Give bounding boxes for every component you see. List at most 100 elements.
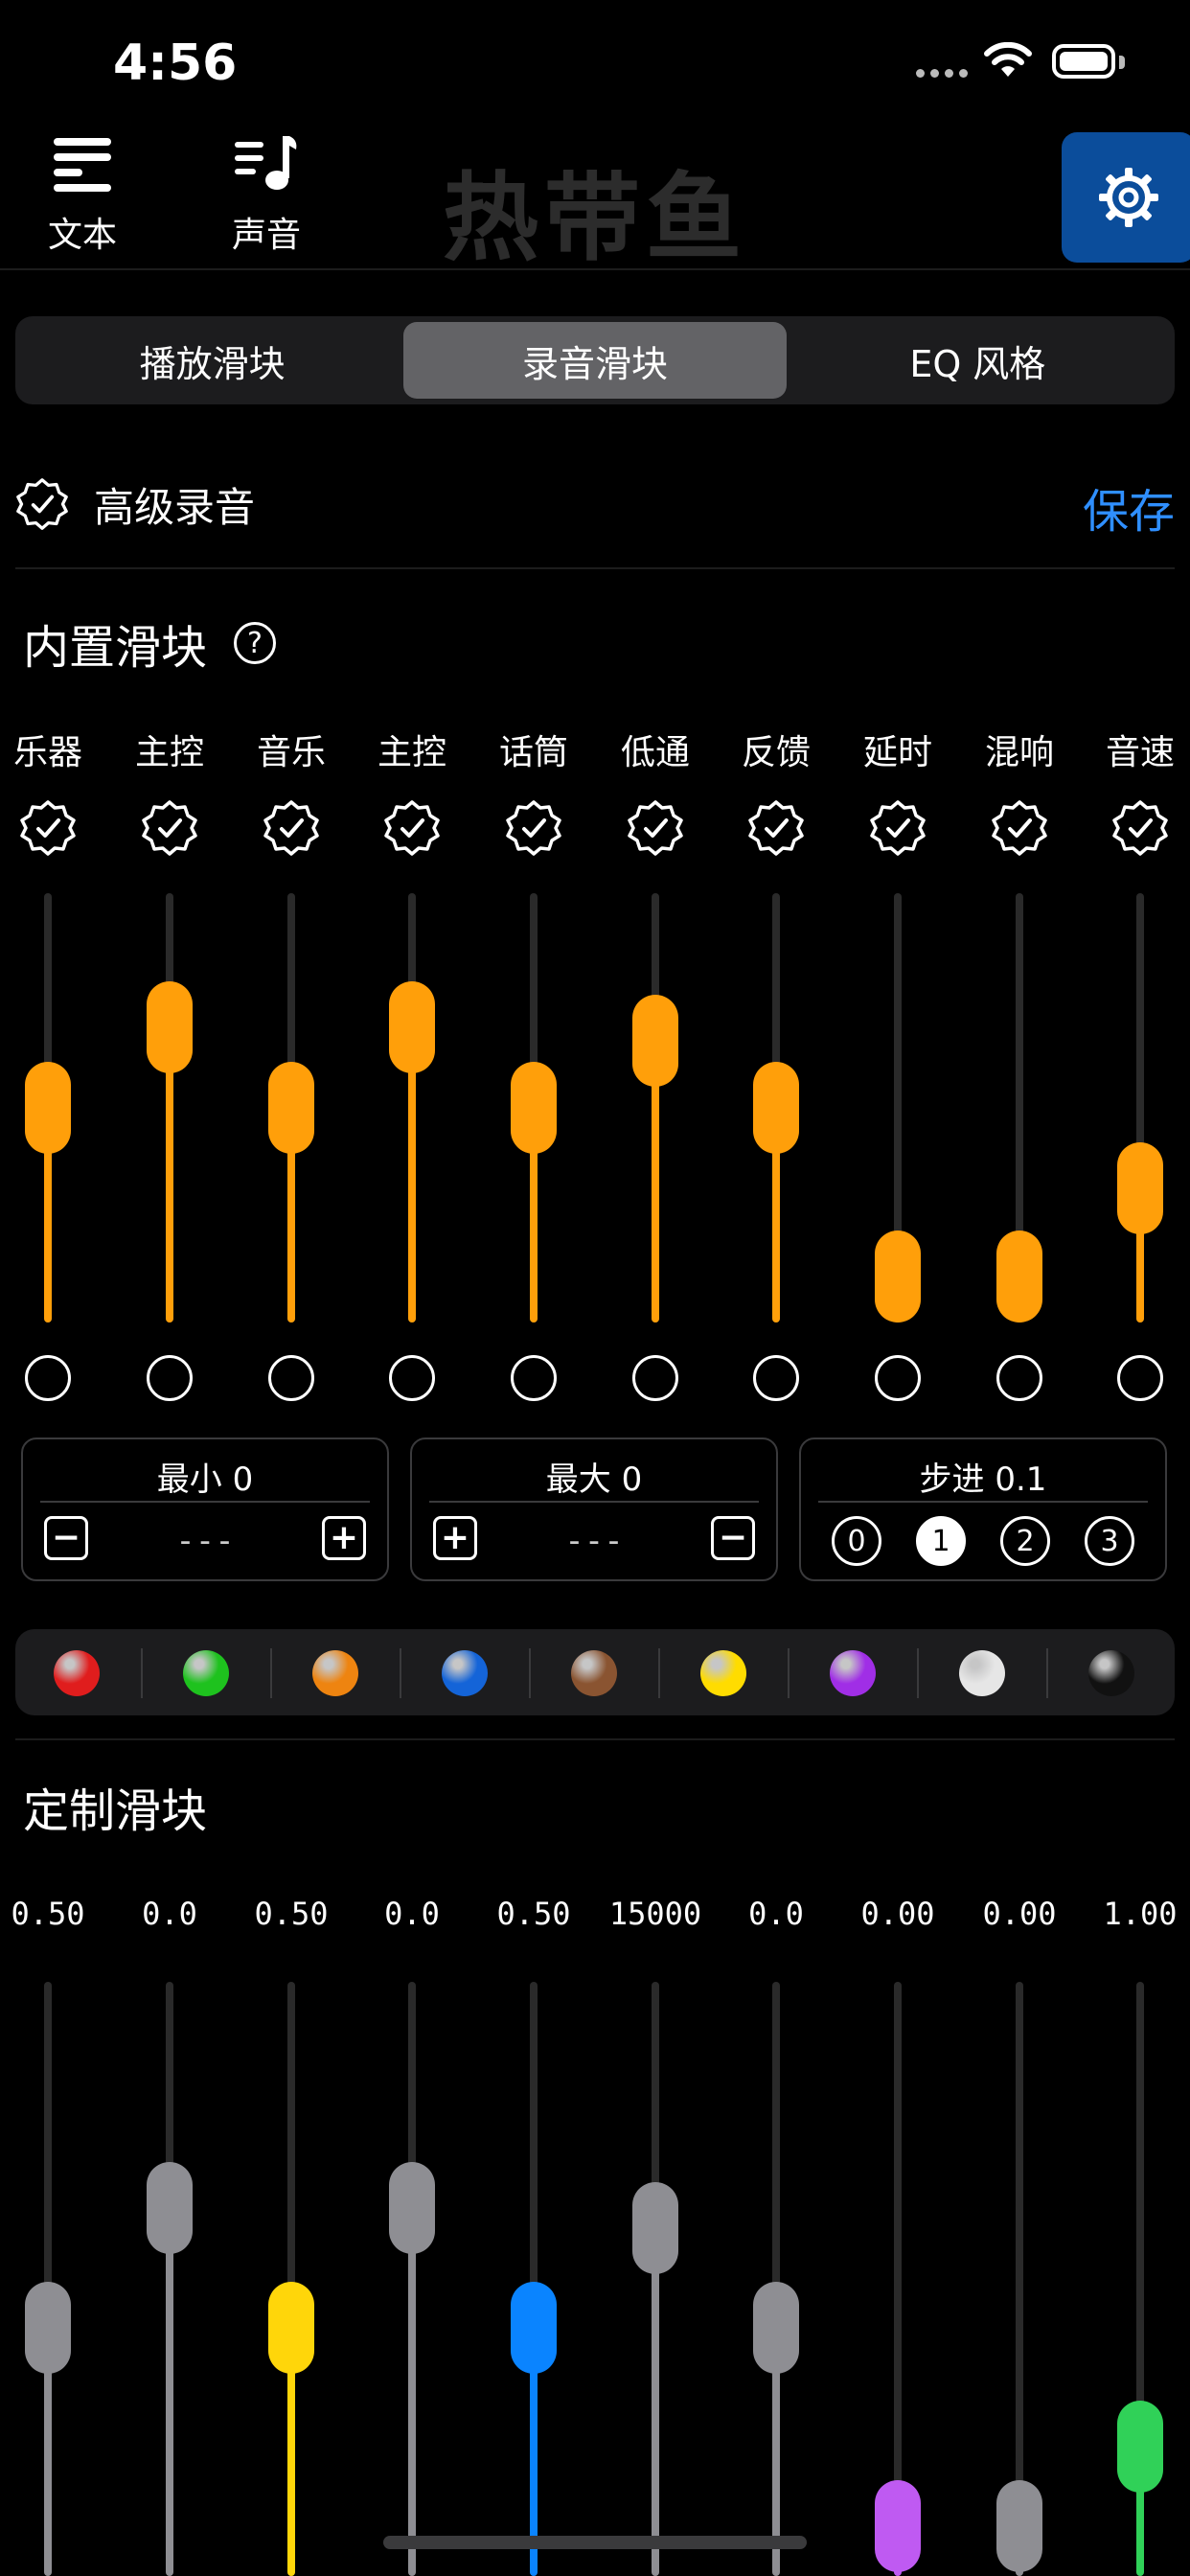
checkmark-seal-icon[interactable] <box>991 799 1048 857</box>
slider-thumb[interactable] <box>389 980 435 1073</box>
slider-select-radio[interactable] <box>25 1355 71 1401</box>
slider-value: 0.00 <box>982 1896 1057 1932</box>
color-swatch[interactable] <box>700 1650 746 1696</box>
color-palette <box>15 1629 1175 1715</box>
slider-select-radio[interactable] <box>389 1355 435 1401</box>
slider-select-radio[interactable] <box>268 1355 314 1401</box>
color-swatch[interactable] <box>1088 1650 1134 1696</box>
palette-separator <box>658 1648 660 1698</box>
slider-thumb[interactable] <box>753 1062 799 1154</box>
checkmark-seal-icon[interactable] <box>1111 799 1169 857</box>
slider-select-radio[interactable] <box>511 1355 557 1401</box>
slider-label: 主控 <box>134 733 204 772</box>
slider-value: 0.0 <box>384 1896 440 1932</box>
tab-recording-sliders[interactable]: 录音滑块 <box>403 322 787 399</box>
color-swatch[interactable] <box>312 1650 358 1696</box>
slider-select-radio[interactable] <box>875 1355 921 1401</box>
color-swatch[interactable] <box>442 1650 488 1696</box>
gear-icon <box>1099 168 1158 227</box>
custom-slider-fill <box>408 2208 416 2576</box>
custom-slider-thumb[interactable] <box>511 2281 557 2374</box>
color-swatch[interactable] <box>183 1650 229 1696</box>
checkmark-seal-icon[interactable] <box>747 799 805 857</box>
palette-separator <box>1046 1648 1048 1698</box>
slider-thumb[interactable] <box>632 994 678 1087</box>
tab-eq-style[interactable]: EQ 风格 <box>787 322 1169 399</box>
slider-thumb[interactable] <box>1117 1142 1163 1235</box>
max-decrement-button[interactable]: − <box>711 1516 755 1560</box>
custom-slider-thumb[interactable] <box>996 2480 1042 2572</box>
slider-label: 延时 <box>862 733 932 772</box>
slider-thumb[interactable] <box>147 980 193 1073</box>
min-control-box: 最小 0 − --- + <box>21 1438 389 1581</box>
slider-value: 1.00 <box>1103 1896 1178 1932</box>
slider-value: 0.50 <box>496 1896 571 1932</box>
checkmark-seal-icon[interactable] <box>627 799 684 857</box>
step-separator <box>818 1501 1148 1503</box>
custom-slider-thumb[interactable] <box>875 2480 921 2572</box>
step-option-1[interactable]: 1 <box>916 1516 966 1566</box>
cellular-signal-icon <box>916 69 968 78</box>
custom-slider-thumb[interactable] <box>25 2281 71 2374</box>
step-control-box: 步进 0.1 0 1 2 3 <box>799 1438 1167 1581</box>
palette-separator <box>400 1648 401 1698</box>
max-title: 最大 0 <box>545 1460 643 1499</box>
custom-slider-thumb[interactable] <box>753 2281 799 2374</box>
checkmark-seal-icon[interactable] <box>19 799 77 857</box>
slider-select-radio[interactable] <box>1117 1355 1163 1401</box>
slider-select-radio[interactable] <box>632 1355 678 1401</box>
help-icon[interactable]: ? <box>234 622 277 664</box>
custom-slider-thumb[interactable] <box>632 2181 678 2274</box>
settings-button[interactable] <box>1062 132 1190 263</box>
save-button[interactable]: 保存 <box>1083 473 1175 540</box>
step-option-2[interactable]: 2 <box>1000 1516 1050 1566</box>
step-title: 步进 0.1 <box>919 1460 1047 1499</box>
color-swatch[interactable] <box>571 1650 617 1696</box>
builtin-header: 内置滑块 ? <box>23 610 277 677</box>
header-divider <box>0 268 1190 270</box>
custom-sliders-title: 定制滑块 <box>23 1784 208 1838</box>
max-separator <box>429 1501 759 1503</box>
slider-thumb[interactable] <box>25 1062 71 1154</box>
step-option-3[interactable]: 3 <box>1085 1516 1134 1566</box>
slider-thumb[interactable] <box>875 1230 921 1322</box>
slider-label: 音乐 <box>256 733 326 772</box>
slider-value: 0.0 <box>142 1896 197 1932</box>
slider-label: 音速 <box>1105 733 1175 772</box>
custom-slider-thumb[interactable] <box>389 2162 435 2254</box>
slider-thumb[interactable] <box>268 1062 314 1154</box>
slider-value: 15000 <box>608 1896 702 1932</box>
advanced-recording-label: 高级录音 <box>94 483 256 531</box>
palette-separator <box>270 1648 272 1698</box>
slider-value: 0.50 <box>11 1896 85 1932</box>
checkmark-seal-icon[interactable] <box>869 799 927 857</box>
slider-select-radio[interactable] <box>147 1355 193 1401</box>
slider-value: 0.00 <box>860 1896 935 1932</box>
custom-slider-fill <box>166 2208 173 2576</box>
custom-slider-thumb[interactable] <box>1117 2401 1163 2493</box>
slider-value: 0.0 <box>748 1896 804 1932</box>
checkmark-seal-icon[interactable] <box>141 799 198 857</box>
app-title: 热带鱼 <box>443 162 747 274</box>
checkmark-seal-icon[interactable] <box>263 799 320 857</box>
custom-slider-thumb[interactable] <box>268 2281 314 2374</box>
section-divider-2 <box>15 1738 1175 1740</box>
min-increment-button[interactable]: + <box>322 1516 366 1560</box>
color-swatch[interactable] <box>54 1650 100 1696</box>
min-title: 最小 0 <box>156 1460 254 1499</box>
builtin-sliders-title: 内置滑块 <box>23 621 208 675</box>
checkmark-seal-icon[interactable] <box>383 799 441 857</box>
color-swatch[interactable] <box>830 1650 876 1696</box>
battery-icon <box>1052 44 1115 79</box>
step-option-0[interactable]: 0 <box>832 1516 881 1566</box>
slider-thumb[interactable] <box>996 1230 1042 1322</box>
color-swatch[interactable] <box>959 1650 1005 1696</box>
custom-slider-thumb[interactable] <box>147 2162 193 2254</box>
checkmark-seal-icon[interactable] <box>15 477 69 531</box>
tab-playback-sliders[interactable]: 播放滑块 <box>21 322 403 399</box>
slider-thumb[interactable] <box>511 1062 557 1154</box>
slider-label: 低通 <box>620 733 690 772</box>
slider-select-radio[interactable] <box>996 1355 1042 1401</box>
checkmark-seal-icon[interactable] <box>505 799 562 857</box>
slider-select-radio[interactable] <box>753 1355 799 1401</box>
